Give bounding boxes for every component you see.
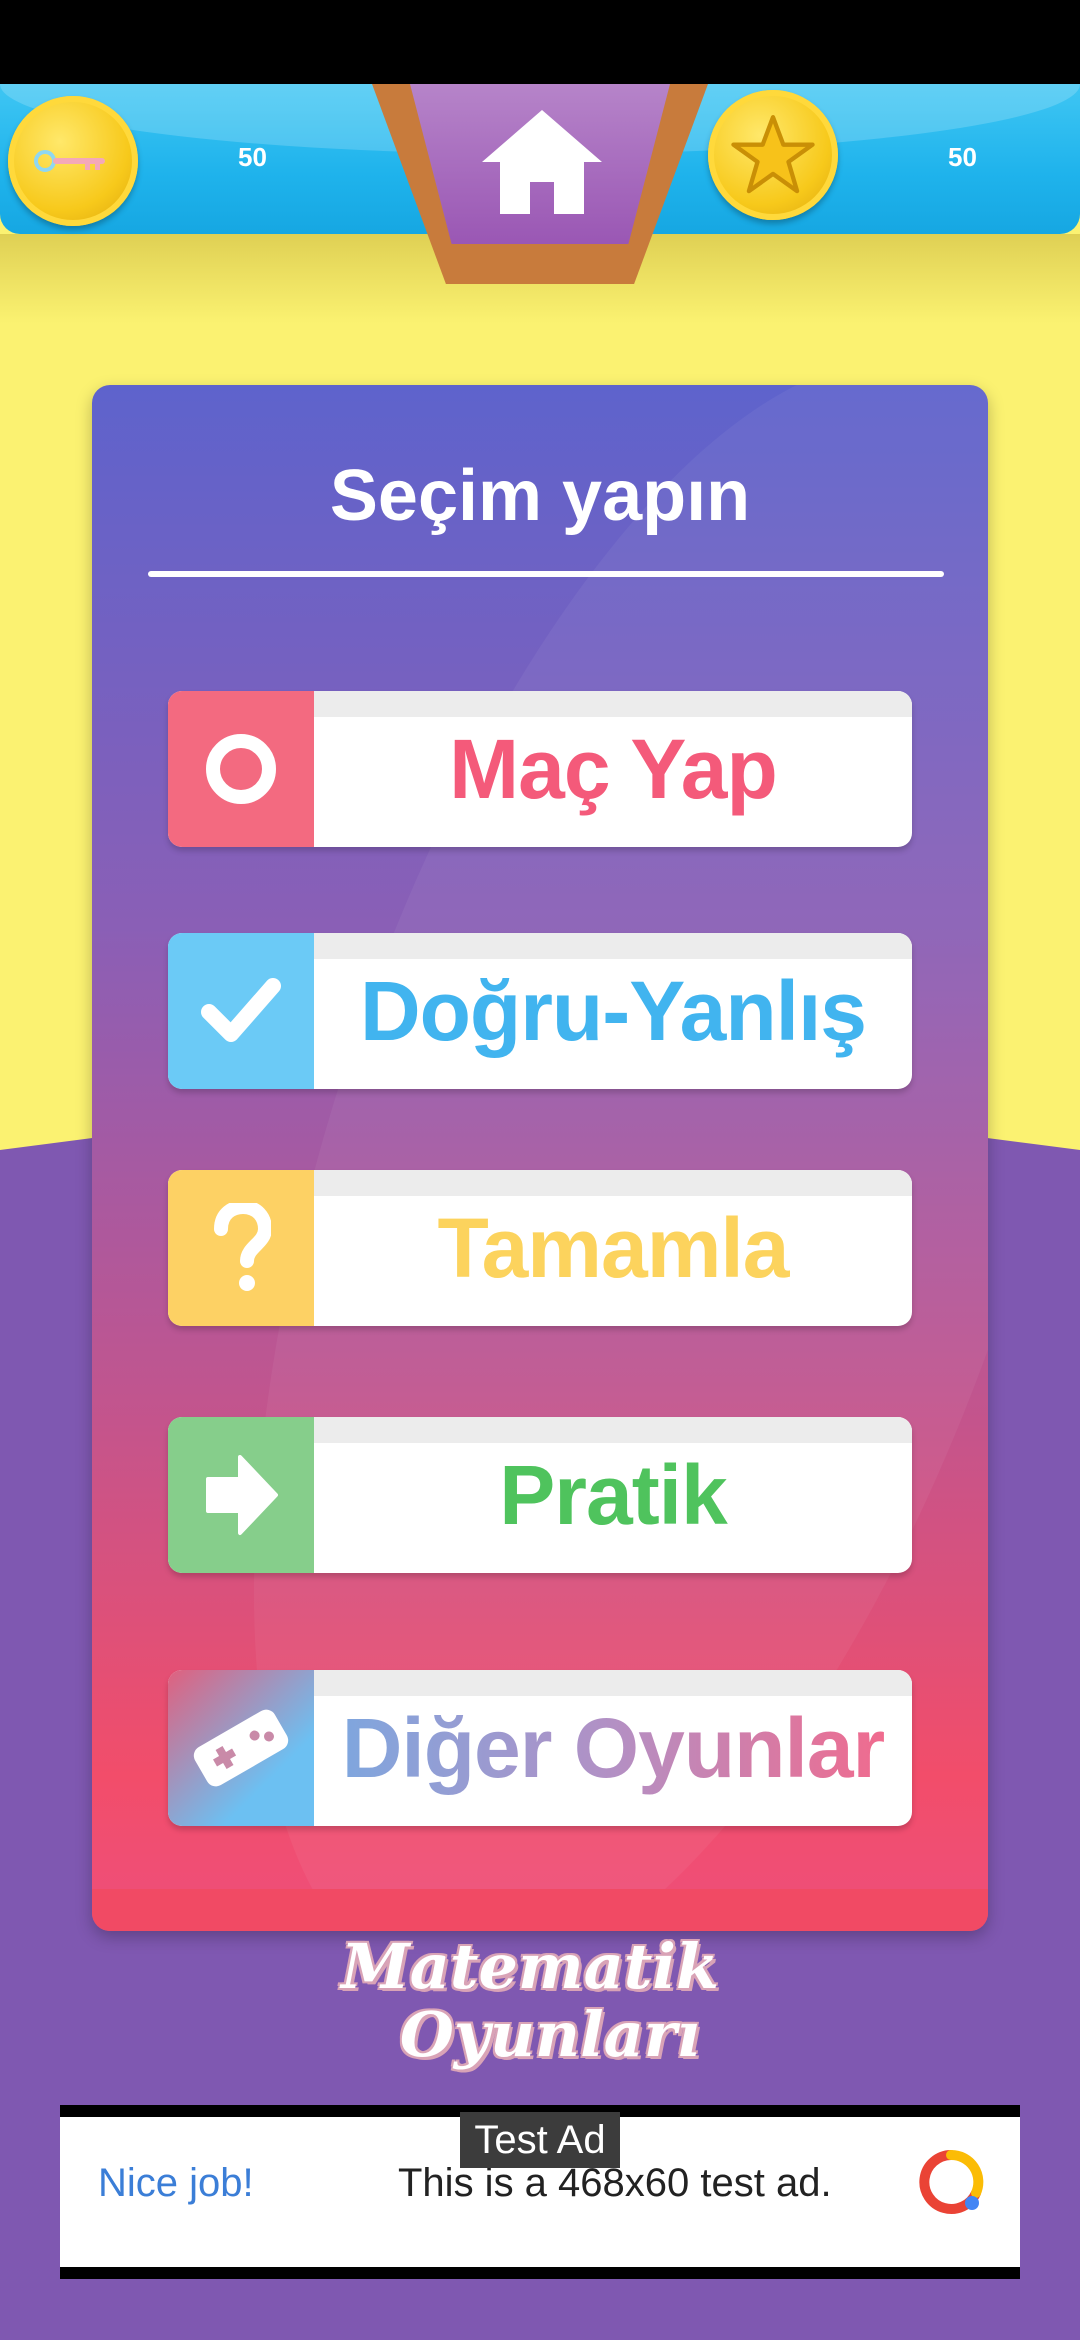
- complete-label: Tamamla: [437, 1200, 790, 1295]
- brand-line-1: Matematik: [341, 1930, 719, 2003]
- title-divider: [148, 571, 944, 577]
- key-icon: [34, 150, 105, 172]
- ring-icon: [206, 734, 276, 804]
- brand-logo: Matematik Oyunları: [330, 1930, 730, 2090]
- star-coin[interactable]: [708, 90, 838, 220]
- check-icon: [201, 978, 281, 1042]
- ring-icon-box: [168, 691, 314, 847]
- key-coin[interactable]: [8, 96, 138, 226]
- home-icon[interactable]: [480, 106, 604, 218]
- question-icon-box: [168, 1170, 314, 1326]
- test-ad-label: Test Ad: [460, 2112, 620, 2168]
- practice-label: Pratik: [499, 1447, 727, 1542]
- ad-choices-icon[interactable]: [916, 2147, 986, 2217]
- ad-nice-job: Nice job!: [98, 2161, 254, 2205]
- star-icon: [731, 115, 815, 194]
- gamepad-icon: [193, 1709, 289, 1787]
- keys-count: 50: [238, 142, 267, 172]
- other-games-label: Diğer Oyunlar: [314, 1670, 912, 1826]
- complete-button[interactable]: Tamamla: [168, 1170, 912, 1326]
- panel-title: Seçim yapın: [329, 456, 751, 536]
- arrow-icon-box: [168, 1417, 314, 1573]
- stars-count: 50: [948, 142, 977, 172]
- gamepad-icon-box: [168, 1670, 314, 1826]
- question-icon: [214, 1203, 271, 1291]
- status-bar: [0, 0, 1080, 84]
- match-button[interactable]: Maç Yap: [168, 691, 912, 847]
- panel-footer-band: [92, 1889, 988, 1931]
- mode-select-panel: Seçim yapın Maç Yap Doğru-Yanlış Tamamla: [92, 385, 988, 1931]
- match-label: Maç Yap: [449, 721, 778, 816]
- true-false-button[interactable]: Doğru-Yanlış: [168, 933, 912, 1089]
- brand-line-2: Oyunları: [399, 1998, 701, 2071]
- other-games-text: Diğer Oyunlar: [341, 1700, 885, 1795]
- other-games-button[interactable]: Diğer Oyunlar: [168, 1670, 912, 1826]
- arrow-icon: [206, 1455, 278, 1535]
- check-icon-box: [168, 933, 314, 1089]
- true-false-label: Doğru-Yanlış: [359, 963, 867, 1058]
- practice-button[interactable]: Pratik: [168, 1417, 912, 1573]
